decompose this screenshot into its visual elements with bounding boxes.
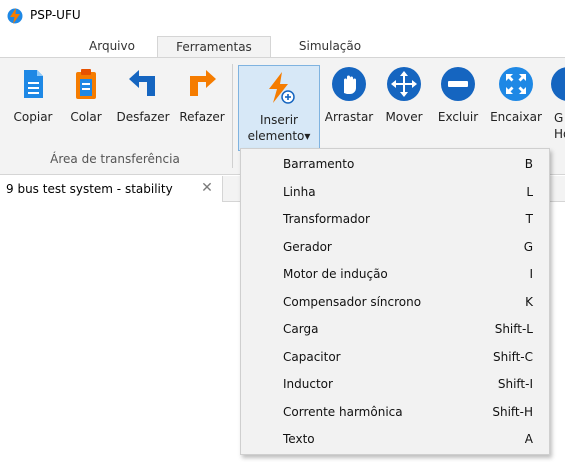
- menu-item-label: Compensador síncrono: [283, 294, 422, 309]
- menu-item-label: Gerador: [283, 239, 332, 254]
- menu-item-label: Inductor: [283, 377, 333, 391]
- ribbon-tabs: Arquivo Ferramentas Simulação: [0, 32, 565, 59]
- paste-button[interactable]: Colar: [64, 62, 108, 142]
- menu-item-label: Carga: [283, 322, 319, 336]
- undo-icon: [129, 70, 155, 96]
- menu-item-label: Barramento: [283, 157, 355, 171]
- redo-button[interactable]: Refazer: [176, 62, 228, 142]
- menu-item-shortcut: G: [523, 239, 533, 254]
- delete-icon: [441, 67, 475, 101]
- fit-icon: [499, 67, 533, 101]
- document-tab-name: 9 bus test system - stability: [6, 182, 173, 196]
- insert-element-button[interactable]: Inserir elemento▾: [238, 65, 320, 151]
- app-logo-icon: [7, 8, 23, 24]
- menu-item-shortcut: Shift-I: [497, 377, 533, 391]
- app-title: PSP-UFU: [30, 8, 81, 22]
- menu-item-shortcut: B: [524, 157, 533, 171]
- menu-item-texto[interactable]: Texto A: [241, 425, 549, 453]
- redo-icon: [190, 70, 216, 96]
- insert-element-label-line1: Inserir: [260, 113, 298, 127]
- insert-element-icon: [269, 72, 295, 104]
- paste-label: Colar: [70, 110, 102, 124]
- clipboard-group-label: Área de transferência: [50, 152, 180, 166]
- menu-item-label: Texto: [283, 432, 315, 446]
- close-icon[interactable]: ✕: [200, 180, 214, 196]
- menu-item-corrente-harmonica[interactable]: Corrente harmônica Shift-H: [241, 398, 549, 426]
- menu-item-shortcut: L: [526, 184, 533, 199]
- menu-item-shortcut: A: [524, 432, 533, 446]
- title-bar: PSP-UFU: [0, 0, 565, 32]
- partial-label-line2: Ho: [554, 127, 565, 141]
- menu-item-carga[interactable]: Carga Shift-L: [241, 315, 549, 343]
- copy-label: Copiar: [13, 110, 53, 124]
- menu-item-label: Capacitor: [283, 349, 341, 364]
- menu-item-shortcut: Shift-H: [492, 404, 533, 419]
- move-button[interactable]: Mover: [380, 62, 428, 142]
- menu-item-label: Linha: [283, 184, 316, 199]
- partial-label-line1: G: [554, 111, 564, 125]
- menu-item-linha[interactable]: Linha L: [241, 178, 549, 206]
- tab-ferramentas[interactable]: Ferramentas: [157, 36, 271, 59]
- menu-item-motor-de-inducao[interactable]: Motor de indução I: [241, 260, 549, 288]
- menu-item-compensador-sincrono[interactable]: Compensador síncrono K: [241, 288, 549, 316]
- drag-label: Arrastar: [324, 110, 374, 124]
- tab-simulacao[interactable]: Simulação: [279, 36, 381, 59]
- menu-item-shortcut: T: [525, 212, 533, 226]
- copy-button[interactable]: Copiar: [8, 62, 58, 142]
- menu-item-shortcut: Shift-C: [493, 349, 533, 364]
- partial-ribbon-button[interactable]: G Ho: [548, 62, 565, 152]
- menu-item-label: Transformador: [283, 212, 370, 226]
- menu-item-inductor[interactable]: Inductor Shift-I: [241, 370, 549, 398]
- fit-button[interactable]: Encaixar: [486, 62, 546, 142]
- menu-item-transformador[interactable]: Transformador T: [241, 205, 549, 233]
- delete-button[interactable]: Excluir: [432, 62, 484, 142]
- menu-item-shortcut: Shift-L: [494, 322, 533, 336]
- move-arrows-icon: [387, 67, 421, 101]
- insert-element-label: Inserir elemento▾: [239, 112, 319, 144]
- partial-icon: [551, 67, 565, 101]
- insert-element-menu: Barramento B Linha L Transformador T Ger…: [240, 148, 550, 455]
- delete-label: Excluir: [437, 110, 479, 124]
- document-tab[interactable]: 9 bus test system - stability ✕: [0, 176, 223, 202]
- drag-button[interactable]: Arrastar: [320, 62, 378, 142]
- menu-item-gerador[interactable]: Gerador G: [241, 233, 549, 261]
- undo-label: Desfazer: [116, 110, 170, 124]
- menu-item-barramento[interactable]: Barramento B: [241, 150, 549, 178]
- fit-label: Encaixar: [490, 110, 542, 124]
- copy-icon: [24, 70, 43, 98]
- tab-arquivo[interactable]: Arquivo: [67, 36, 157, 59]
- paste-icon: [76, 69, 96, 99]
- move-label: Mover: [385, 110, 423, 124]
- ribbon-group-separator: [232, 64, 233, 168]
- insert-element-label-line2: elemento▾: [247, 129, 311, 143]
- menu-item-shortcut: I: [529, 267, 533, 281]
- menu-item-label: Corrente harmônica: [283, 404, 403, 419]
- drag-hand-icon: [332, 67, 366, 101]
- undo-button[interactable]: Desfazer: [112, 62, 174, 142]
- menu-item-shortcut: K: [525, 294, 533, 309]
- menu-item-capacitor[interactable]: Capacitor Shift-C: [241, 343, 549, 371]
- partial-label: G Ho: [554, 110, 565, 142]
- redo-label: Refazer: [179, 110, 225, 124]
- menu-item-label: Motor de indução: [283, 267, 388, 281]
